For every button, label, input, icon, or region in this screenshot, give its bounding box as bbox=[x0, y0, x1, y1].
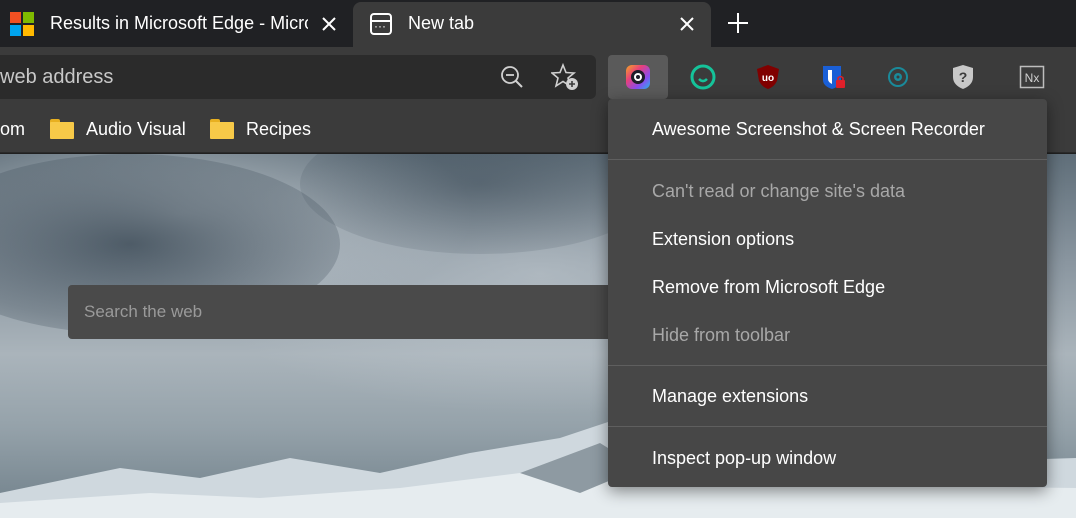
web-search-box bbox=[68, 285, 628, 339]
extension-context-menu: Awesome Screenshot & Screen Recorder Can… bbox=[608, 99, 1047, 487]
menu-item-label: Hide from toolbar bbox=[652, 324, 791, 345]
svg-text:?: ? bbox=[959, 69, 968, 85]
add-favorite-button[interactable] bbox=[551, 63, 579, 91]
tab-close-button[interactable] bbox=[675, 12, 699, 36]
menu-item-label: Awesome Screenshot & Screen Recorder bbox=[652, 118, 985, 139]
extensions-strip: uo ? Nx bbox=[608, 55, 1076, 99]
svg-text:uo: uo bbox=[762, 73, 774, 84]
menu-item-hide-from-toolbar: Hide from toolbar bbox=[608, 313, 1047, 357]
tab-new-tab[interactable]: New tab bbox=[353, 2, 711, 47]
star-add-icon bbox=[551, 63, 578, 90]
favorite-folder-recipes[interactable]: Recipes bbox=[210, 115, 311, 143]
new-tab-button[interactable] bbox=[724, 9, 752, 37]
favorite-folder-audio-visual[interactable]: Audio Visual bbox=[50, 115, 186, 143]
svg-text:Nx: Nx bbox=[1025, 71, 1040, 85]
menu-item-label: Extension options bbox=[652, 228, 795, 249]
menu-item-site-access: Can't read or change site's data bbox=[608, 169, 1047, 213]
grammarly-icon bbox=[690, 64, 716, 90]
teal-eye-icon bbox=[888, 67, 908, 87]
new-tab-page-icon bbox=[370, 13, 392, 35]
menu-item-remove-extension[interactable]: Remove from Microsoft Edge bbox=[608, 265, 1047, 309]
nx-icon: Nx bbox=[1019, 65, 1045, 89]
tab-strip: Results in Microsoft Edge - Microsoft Bi… bbox=[0, 0, 1076, 47]
menu-item-inspect-popup[interactable]: Inspect pop-up window bbox=[608, 436, 1047, 480]
close-icon bbox=[680, 17, 694, 31]
background-cloud bbox=[300, 154, 660, 254]
folder-icon bbox=[210, 119, 234, 139]
favorite-label: Recipes bbox=[246, 118, 312, 139]
question-shield-icon: ? bbox=[953, 65, 973, 89]
tab-title: Results in Microsoft Edge - Microsoft Bi… bbox=[50, 13, 308, 33]
menu-item-label: Inspect pop-up window bbox=[652, 447, 837, 468]
privacy-shield-icon bbox=[823, 66, 845, 89]
awesome-screenshot-icon bbox=[626, 65, 650, 89]
ublock-origin-icon: uo bbox=[757, 65, 779, 89]
favorite-label: om bbox=[0, 118, 26, 139]
extension-privacy-shield-button[interactable] bbox=[803, 55, 863, 99]
microsoft-logo-icon bbox=[10, 12, 34, 36]
menu-separator bbox=[608, 426, 1047, 427]
tab-close-button[interactable] bbox=[317, 12, 341, 36]
menu-item-label: Can't read or change site's data bbox=[652, 180, 906, 201]
menu-separator bbox=[608, 365, 1047, 366]
plus-icon bbox=[728, 13, 748, 33]
menu-separator bbox=[608, 159, 1047, 160]
favorite-label: Audio Visual bbox=[86, 118, 186, 139]
browser-window: Results in Microsoft Edge - Microsoft Bi… bbox=[0, 0, 1076, 518]
address-input[interactable] bbox=[0, 55, 480, 99]
menu-item-label: Manage extensions bbox=[652, 385, 809, 406]
zoom-out-icon bbox=[501, 66, 523, 88]
close-icon bbox=[322, 17, 336, 31]
extension-nx-button[interactable]: Nx bbox=[1002, 55, 1062, 99]
zoom-out-button[interactable] bbox=[498, 63, 526, 91]
extension-awesome-screenshot-button[interactable] bbox=[608, 55, 668, 99]
tab-bing-results[interactable]: Results in Microsoft Edge - Microsoft Bi… bbox=[0, 0, 352, 47]
extension-question-shield-button[interactable]: ? bbox=[933, 55, 993, 99]
extension-grammarly-button[interactable] bbox=[673, 55, 733, 99]
extension-teal-eye-button[interactable] bbox=[868, 55, 928, 99]
address-bar bbox=[0, 55, 596, 99]
menu-item-extension-name[interactable]: Awesome Screenshot & Screen Recorder bbox=[608, 107, 1047, 151]
menu-item-extension-options[interactable]: Extension options bbox=[608, 217, 1047, 261]
menu-item-manage-extensions[interactable]: Manage extensions bbox=[608, 374, 1047, 418]
menu-item-label: Remove from Microsoft Edge bbox=[652, 276, 886, 297]
web-search-input[interactable] bbox=[68, 285, 628, 339]
folder-icon bbox=[50, 119, 74, 139]
favorite-item-partial[interactable]: om bbox=[0, 115, 25, 143]
toolbar: uo ? bbox=[0, 47, 1076, 105]
extension-ublock-origin-button[interactable]: uo bbox=[738, 55, 798, 99]
tab-title: New tab bbox=[408, 13, 475, 33]
